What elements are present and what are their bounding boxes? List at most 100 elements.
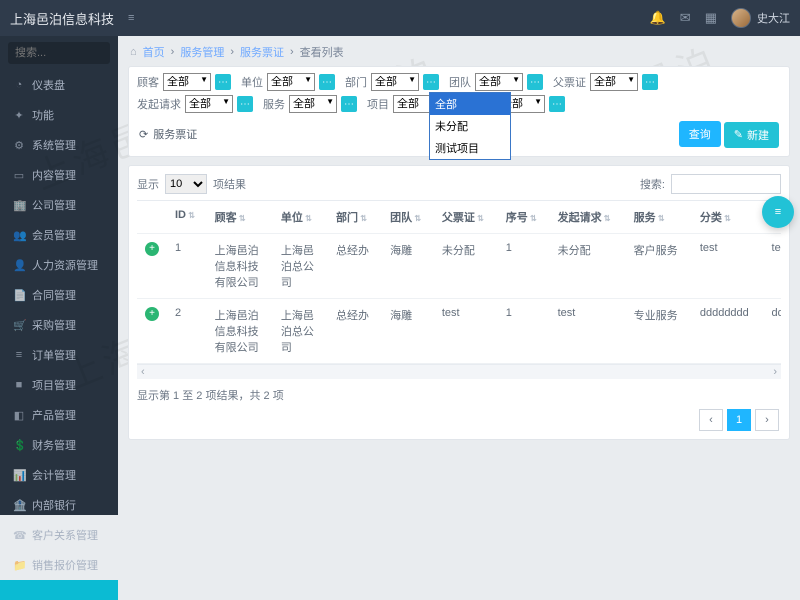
cell-title: test xyxy=(764,233,781,298)
table-card: 显示 10 项结果 搜索: ID顾客单位部门团队父票证序号发起请求服务分类标题描… xyxy=(128,165,790,440)
sidebar-search-input[interactable] xyxy=(8,42,110,64)
filter-more-button[interactable]: ⋯ xyxy=(237,96,253,112)
filter-select[interactable]: 全部 xyxy=(289,95,337,113)
column-header[interactable]: 团队 xyxy=(382,201,434,234)
scroll-right-icon[interactable]: › xyxy=(773,366,777,378)
column-header[interactable]: 父票证 xyxy=(434,201,498,234)
dropdown-option[interactable]: 测试项目 xyxy=(430,137,510,159)
table-scroll[interactable]: ID顾客单位部门团队父票证序号发起请求服务分类标题描述 +1上海邑泊信息科技有限… xyxy=(137,200,781,365)
create-button[interactable]: ✎新建 xyxy=(724,122,779,148)
sidebar-icon: ✦ xyxy=(13,109,25,122)
filter-select[interactable]: 全部 xyxy=(267,73,315,91)
sidebar-item[interactable]: 💲财务管理 xyxy=(0,430,118,460)
filter-more-button[interactable]: ⋯ xyxy=(341,96,357,112)
scroll-left-icon[interactable]: ‹ xyxy=(141,366,145,378)
menu-toggle-icon[interactable]: ≡ xyxy=(128,12,134,24)
cell-parent: test xyxy=(434,298,498,363)
column-header[interactable]: 分类 xyxy=(692,201,764,234)
filter-select[interactable]: 全部 xyxy=(163,73,211,91)
home-icon[interactable]: ⌂ xyxy=(130,46,137,58)
sidebar-icon: ⚙ xyxy=(13,139,25,152)
filter-select[interactable]: 全部 xyxy=(371,73,419,91)
sidebar-item[interactable]: 👥会员管理 xyxy=(0,220,118,250)
sidebar-icon: 💲 xyxy=(13,439,25,452)
filter-label: 服务 xyxy=(263,96,285,112)
cell-seq: 1 xyxy=(498,233,550,298)
dropdown-option[interactable]: 全部 xyxy=(430,93,510,115)
sidebar-item[interactable]: ◔仪表盘 xyxy=(0,70,118,100)
username[interactable]: 史大江 xyxy=(757,10,790,26)
sidebar-item[interactable]: ■项目管理 xyxy=(0,370,118,400)
filter-label: 父票证 xyxy=(553,74,586,90)
filter-more-button[interactable]: ⋯ xyxy=(319,74,335,90)
sidebar-item[interactable] xyxy=(0,580,118,600)
breadcrumb-link[interactable]: 服务管理 xyxy=(180,44,224,60)
grid-icon[interactable]: ▦ xyxy=(705,10,717,26)
refresh-icon[interactable]: ⟳ xyxy=(139,128,148,141)
sidebar-item[interactable]: ☎ 客户关系管理 xyxy=(0,520,118,550)
sidebar-item[interactable]: 📁销售报价管理 xyxy=(0,550,118,580)
horizontal-scrollbar[interactable]: ‹› xyxy=(137,365,781,379)
sidebar-item[interactable]: ⚙系统管理 xyxy=(0,130,118,160)
filter-more-button[interactable]: ⋯ xyxy=(642,74,658,90)
sidebar-item[interactable]: 👤人力资源管理 xyxy=(0,250,118,280)
sidebar-item[interactable]: 🏢公司管理 xyxy=(0,190,118,220)
sidebar-item[interactable]: 📊会计管理 xyxy=(0,460,118,490)
column-header[interactable]: ID xyxy=(167,201,207,234)
mail-icon[interactable]: ✉ xyxy=(680,10,691,26)
cell-team: 海雕 xyxy=(382,298,434,363)
sidebar-item-label: 客户关系管理 xyxy=(32,527,98,543)
page-title: ⟳服务票证 xyxy=(139,126,197,142)
column-header[interactable]: 部门 xyxy=(328,201,382,234)
cell-service: 客户服务 xyxy=(626,233,692,298)
cell-unit: 上海邑泊总公司 xyxy=(273,233,328,298)
sidebar-item-label: 内部银行 xyxy=(32,497,76,513)
data-table: ID顾客单位部门团队父票证序号发起请求服务分类标题描述 +1上海邑泊信息科技有限… xyxy=(137,201,781,364)
filter-more-button[interactable]: ⋯ xyxy=(423,74,439,90)
sidebar-item[interactable]: ✦功能 xyxy=(0,100,118,130)
page-prev[interactable]: ‹ xyxy=(699,409,723,431)
cell-cat: dddddddd xyxy=(692,298,764,363)
breadcrumb-link[interactable]: 服务票证 xyxy=(240,44,284,60)
cell-req: test xyxy=(550,298,626,363)
filter-label: 项目 xyxy=(367,96,389,112)
bell-icon[interactable]: 🔔 xyxy=(650,10,666,26)
sidebar-icon: 📁 xyxy=(13,559,25,572)
column-header[interactable]: 发起请求 xyxy=(550,201,626,234)
filter-label: 发起请求 xyxy=(137,96,181,112)
sidebar-item[interactable]: ▭内容管理 xyxy=(0,160,118,190)
breadcrumb-link[interactable]: 首页 xyxy=(143,44,165,60)
avatar[interactable] xyxy=(731,8,751,28)
filter-more-button[interactable]: ⋯ xyxy=(549,96,565,112)
column-header[interactable]: 顾客 xyxy=(207,201,273,234)
table-search-input[interactable] xyxy=(671,174,781,194)
column-header[interactable]: 序号 xyxy=(498,201,550,234)
filter-more-button[interactable]: ⋯ xyxy=(527,74,543,90)
filter-select[interactable]: 全部 xyxy=(590,73,638,91)
sidebar-item[interactable]: 🛒采购管理 xyxy=(0,310,118,340)
page-current[interactable]: 1 xyxy=(727,409,751,431)
sidebar-icon: ☎ xyxy=(13,529,25,542)
dropdown-option[interactable]: 未分配 xyxy=(430,115,510,137)
query-button[interactable]: 查询 xyxy=(679,121,721,147)
project-dropdown-panel: 全部 未分配 测试项目 xyxy=(429,92,511,160)
top-header: 上海邑泊信息科技 ≡ 🔔 ✉ ▦ 史大江 xyxy=(0,0,800,36)
sidebar-icon: 👤 xyxy=(13,259,25,272)
sidebar-item[interactable]: 📄合同管理 xyxy=(0,280,118,310)
sidebar-item[interactable]: ≡订单管理 xyxy=(0,340,118,370)
column-header[interactable]: 服务 xyxy=(626,201,692,234)
show-label: 显示 xyxy=(137,176,159,192)
page-next[interactable]: › xyxy=(755,409,779,431)
expand-row-button[interactable]: + xyxy=(145,307,159,321)
expand-row-button[interactable]: + xyxy=(145,242,159,256)
sidebar-icon: ◔ xyxy=(13,79,25,91)
page-size-select[interactable]: 10 xyxy=(165,174,207,194)
column-header[interactable]: 单位 xyxy=(273,201,328,234)
cell-id: 1 xyxy=(167,233,207,298)
filter-select[interactable]: 全部 xyxy=(475,73,523,91)
sidebar-item[interactable]: 🏦内部银行 xyxy=(0,490,118,520)
sidebar-item[interactable]: ◧产品管理 xyxy=(0,400,118,430)
filter-select[interactable]: 全部 xyxy=(185,95,233,113)
filter-more-button[interactable]: ⋯ xyxy=(215,74,231,90)
floating-action-button[interactable]: ≡ xyxy=(762,196,794,228)
